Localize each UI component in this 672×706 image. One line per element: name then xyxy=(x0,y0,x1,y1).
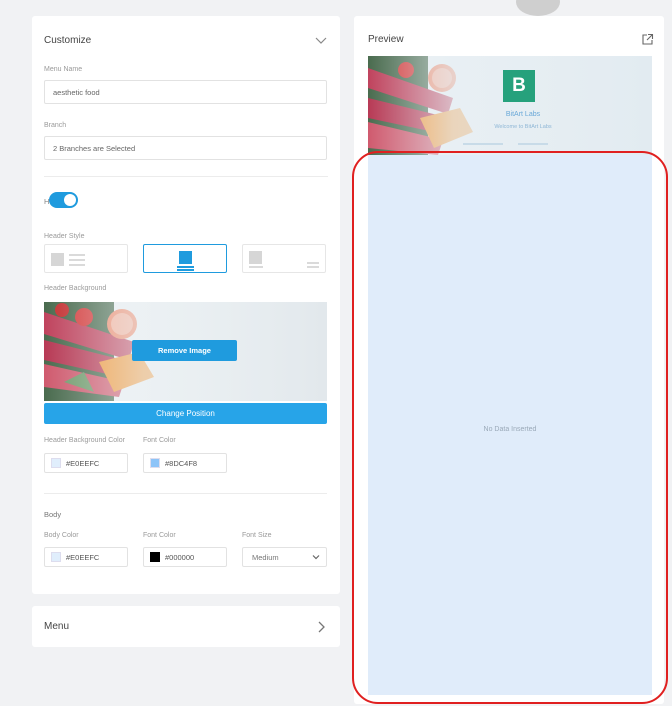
decorative-circle xyxy=(516,0,560,16)
header-bg-color-input[interactable]: #E0EEFC xyxy=(44,453,128,473)
color-swatch xyxy=(51,552,61,562)
brand-name: BitArt Labs xyxy=(505,111,541,118)
info-line xyxy=(518,143,548,145)
change-position-button[interactable]: Change Position xyxy=(44,403,327,424)
header-font-color-input[interactable]: #8DC4F8 xyxy=(143,453,227,473)
header-style-left[interactable] xyxy=(44,244,128,273)
header-font-color-value: #8DC4F8 xyxy=(165,458,198,468)
color-swatch xyxy=(51,458,61,468)
style-block xyxy=(179,251,192,264)
preview-header: Preview xyxy=(368,29,654,49)
caret-down-icon xyxy=(312,555,320,560)
menu-title: Menu xyxy=(44,621,70,632)
divider xyxy=(44,493,327,494)
branch-label: Branch xyxy=(44,122,67,129)
preview-title: Preview xyxy=(368,33,404,45)
preview-menu-body: No Data Inserted xyxy=(368,155,652,695)
body-font-color-input[interactable]: #000000 xyxy=(143,547,227,567)
preview-panel: Preview B BitArt Labs Welcome to BitArt … xyxy=(354,16,664,704)
no-data-text: No Data Inserted xyxy=(483,426,537,433)
chevron-down-icon[interactable] xyxy=(314,33,328,47)
chevron-right-icon[interactable] xyxy=(314,620,328,634)
menu-section[interactable]: Menu xyxy=(32,606,340,647)
header-style-center[interactable] xyxy=(143,244,227,273)
header-bg-color-label: Header Background Color xyxy=(44,437,125,444)
style-block xyxy=(51,253,64,266)
brand-logo: B xyxy=(503,70,535,102)
style-line xyxy=(249,266,263,268)
body-color-value: #E0EEFC xyxy=(66,552,100,562)
style-line xyxy=(69,254,85,256)
menu-name-label: Menu Name xyxy=(44,66,83,73)
customize-title: Customize xyxy=(44,34,92,46)
color-swatch xyxy=(150,458,160,468)
font-size-select[interactable]: Medium xyxy=(242,547,327,567)
divider xyxy=(44,176,328,177)
style-line xyxy=(69,259,85,261)
color-swatch xyxy=(150,552,160,562)
remove-image-button[interactable]: Remove Image xyxy=(132,340,237,361)
style-line xyxy=(177,266,194,268)
branch-select[interactable]: 2 Branches are Selected xyxy=(44,136,327,160)
menu-name-input[interactable]: aesthetic food xyxy=(44,80,327,104)
body-color-input[interactable]: #E0EEFC xyxy=(44,547,128,567)
style-line xyxy=(307,266,319,268)
header-font-color-label: Font Color xyxy=(143,437,176,444)
style-block xyxy=(249,251,262,264)
body-label: Body xyxy=(44,510,62,519)
font-size-label: Font Size xyxy=(242,532,272,539)
header-style-label: Header Style xyxy=(44,233,85,240)
toggle-knob xyxy=(64,194,76,206)
info-line xyxy=(463,143,503,145)
style-line xyxy=(69,264,85,266)
external-link-icon[interactable] xyxy=(641,33,654,46)
header-background-label: Header Background xyxy=(44,285,107,292)
style-line xyxy=(177,269,194,271)
font-size-value: Medium xyxy=(252,552,279,562)
customize-header[interactable]: Customize xyxy=(44,30,328,50)
header-bg-color-value: #E0EEFC xyxy=(66,458,100,468)
body-font-color-label: Font Color xyxy=(143,532,176,539)
preview-menu-header: B BitArt Labs Welcome to BitArt Labs xyxy=(368,56,652,155)
style-line xyxy=(307,262,319,264)
header-toggle[interactable] xyxy=(49,192,78,208)
header-style-right[interactable] xyxy=(242,244,326,273)
body-font-color-value: #000000 xyxy=(165,552,195,562)
body-color-label: Body Color xyxy=(44,532,79,539)
welcome-text: Welcome to BitArt Labs xyxy=(494,124,552,130)
